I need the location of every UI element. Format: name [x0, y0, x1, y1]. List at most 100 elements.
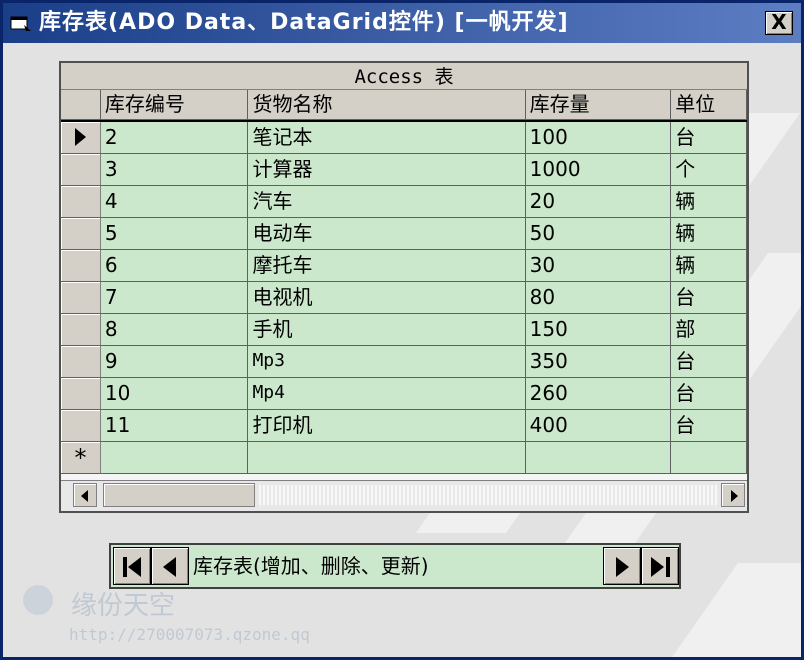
cell-id[interactable]: 3 — [100, 154, 249, 186]
cell-qty[interactable]: 20 — [525, 186, 672, 218]
new-record-row[interactable]: * — [61, 442, 747, 474]
column-header-unit[interactable]: 单位 — [671, 90, 747, 120]
scroll-right-button[interactable] — [721, 483, 745, 507]
arrow-previous-icon — [163, 557, 176, 577]
cell-qty[interactable]: 100 — [525, 122, 672, 154]
table-row[interactable]: 6 摩托车 30 辆 — [61, 250, 747, 282]
new-record-cell[interactable] — [671, 442, 747, 474]
cell-qty[interactable]: 400 — [525, 410, 672, 442]
cell-id[interactable]: 11 — [100, 410, 249, 442]
cell-name[interactable]: 汽车 — [248, 186, 526, 218]
cell-id[interactable]: 10 — [100, 378, 249, 410]
watermark-logo-icon — [23, 585, 53, 615]
close-button[interactable]: X — [765, 11, 793, 35]
data-grid[interactable]: Access 表 库存编号 货物名称 库存量 单位 2 笔记本 100 台 3 计算器 10… — [59, 61, 749, 513]
cell-unit[interactable]: 辆 — [671, 186, 747, 218]
record-selector[interactable] — [61, 122, 101, 154]
table-row[interactable]: 4 汽车 20 辆 — [61, 186, 747, 218]
cell-id[interactable]: 9 — [100, 346, 249, 378]
move-first-button[interactable] — [113, 547, 151, 585]
move-last-button[interactable] — [641, 547, 679, 585]
table-row[interactable]: 8 手机 150 部 — [61, 314, 747, 346]
new-record-cell[interactable] — [100, 442, 249, 474]
cell-unit[interactable]: 台 — [671, 378, 747, 410]
table-row[interactable]: 10 Mp4 260 台 — [61, 378, 747, 410]
record-selector[interactable] — [61, 154, 101, 186]
scroll-thumb[interactable] — [103, 483, 255, 507]
record-selector[interactable] — [61, 186, 101, 218]
cell-unit[interactable]: 个 — [671, 154, 747, 186]
cell-qty[interactable]: 350 — [525, 346, 672, 378]
record-selector[interactable] — [61, 314, 101, 346]
table-row[interactable]: 3 计算器 1000 个 — [61, 154, 747, 186]
cell-name[interactable]: 手机 — [248, 314, 526, 346]
cell-id[interactable]: 2 — [100, 122, 249, 154]
background-stripe — [667, 563, 801, 657]
horizontal-scrollbar[interactable] — [61, 480, 747, 511]
window-title: 库存表(ADO Data、DataGrid控件) [一帆开发] — [39, 10, 569, 35]
record-selector[interactable] — [61, 346, 101, 378]
arrow-next-icon — [616, 557, 629, 577]
cell-qty[interactable]: 260 — [525, 378, 672, 410]
cell-unit[interactable]: 台 — [671, 122, 747, 154]
table-row[interactable]: 11 打印机 400 台 — [61, 410, 747, 442]
title-bar[interactable]: 库存表(ADO Data、DataGrid控件) [一帆开发] X — [3, 3, 801, 43]
record-selector[interactable] — [61, 378, 101, 410]
table-row[interactable]: 9 Mp3 350 台 — [61, 346, 747, 378]
cell-unit[interactable]: 部 — [671, 314, 747, 346]
record-selector-header — [61, 90, 101, 120]
watermark-url: http://270007073.qzone.qq — [69, 625, 310, 644]
cell-name[interactable]: 摩托车 — [248, 250, 526, 282]
cell-id[interactable]: 8 — [100, 314, 249, 346]
column-header-id[interactable]: 库存编号 — [100, 90, 249, 120]
cell-name[interactable]: 笔记本 — [248, 122, 526, 154]
ado-data-control: 库存表(增加、删除、更新) — [109, 543, 681, 589]
arrow-right-icon — [731, 490, 738, 502]
cell-id[interactable]: 6 — [100, 250, 249, 282]
grid-caption: Access 表 — [61, 63, 747, 90]
column-header-name[interactable]: 货物名称 — [248, 90, 526, 120]
grid-header-row: 库存编号 货物名称 库存量 单位 — [61, 90, 747, 122]
move-next-button[interactable] — [603, 547, 641, 585]
cell-id[interactable]: 4 — [100, 186, 249, 218]
table-row[interactable]: 2 笔记本 100 台 — [61, 122, 747, 154]
cell-unit[interactable]: 台 — [671, 346, 747, 378]
last-bar-icon — [666, 557, 670, 577]
cell-id[interactable]: 5 — [100, 218, 249, 250]
move-previous-button[interactable] — [151, 547, 189, 585]
table-row[interactable]: 5 电动车 50 辆 — [61, 218, 747, 250]
cell-qty[interactable]: 50 — [525, 218, 672, 250]
scroll-left-button[interactable] — [73, 483, 97, 507]
column-header-qty[interactable]: 库存量 — [525, 90, 672, 120]
record-selector[interactable] — [61, 410, 101, 442]
table-row[interactable]: 7 电视机 80 台 — [61, 282, 747, 314]
cell-name[interactable]: 电动车 — [248, 218, 526, 250]
cell-name[interactable]: 电视机 — [248, 282, 526, 314]
record-selector[interactable] — [61, 250, 101, 282]
cell-id[interactable]: 7 — [100, 282, 249, 314]
cell-unit[interactable]: 台 — [671, 282, 747, 314]
first-bar-icon — [123, 557, 127, 577]
cell-name[interactable]: Mp4 — [248, 378, 526, 410]
new-record-cell[interactable] — [525, 442, 672, 474]
scroll-track[interactable] — [257, 485, 719, 505]
record-selector[interactable] — [61, 218, 101, 250]
cell-unit[interactable]: 辆 — [671, 250, 747, 282]
window-icon — [10, 16, 31, 31]
cell-qty[interactable]: 1000 — [525, 154, 672, 186]
cell-unit[interactable]: 辆 — [671, 218, 747, 250]
cell-qty[interactable]: 150 — [525, 314, 672, 346]
record-selector[interactable] — [61, 282, 101, 314]
cell-qty[interactable]: 30 — [525, 250, 672, 282]
cell-unit[interactable]: 台 — [671, 410, 747, 442]
cell-name[interactable]: Mp3 — [248, 346, 526, 378]
cell-qty[interactable]: 80 — [525, 282, 672, 314]
new-record-cell[interactable] — [248, 442, 526, 474]
arrow-last-icon — [651, 557, 664, 577]
current-record-pointer-icon — [74, 128, 86, 146]
arrow-first-icon — [128, 557, 141, 577]
new-record-marker[interactable]: * — [61, 442, 101, 474]
cell-name[interactable]: 计算器 — [248, 154, 526, 186]
cell-name[interactable]: 打印机 — [248, 410, 526, 442]
watermark-text: 缘份天空 — [71, 591, 176, 621]
